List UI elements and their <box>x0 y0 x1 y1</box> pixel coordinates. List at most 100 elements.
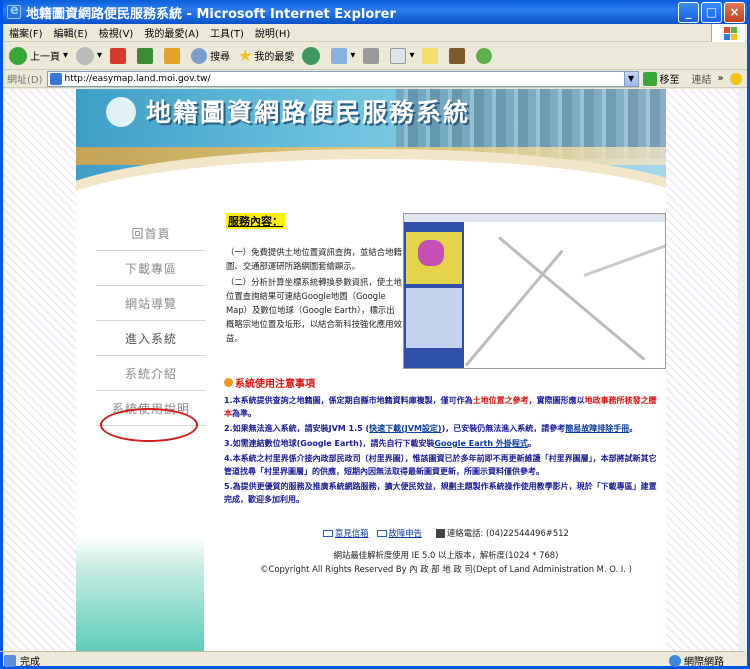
highlight-circle <box>100 408 198 442</box>
stop-icon <box>110 47 127 64</box>
window-title: 地籍圖資網路便民服務系統 - Microsoft Internet Explor… <box>26 6 396 22</box>
chevron-more-icon[interactable]: » <box>718 73 724 84</box>
resolution-note: 網站最佳解析度使用 IE 5.0 以上版本，解析度(1024 * 768) <box>333 550 559 560</box>
mail-button[interactable]: ▾ <box>331 47 355 64</box>
address-dropdown[interactable]: ▼ <box>623 71 638 86</box>
page-icon <box>49 72 62 85</box>
internet-globe-icon <box>669 654 681 667</box>
search-button[interactable]: 搜尋 <box>191 47 231 64</box>
phone-icon <box>436 528 445 538</box>
star-icon: ★ <box>238 46 253 65</box>
search-icon <box>191 47 208 64</box>
status-bar: 完成 網際網路 <box>0 651 744 669</box>
screenshot-sidepanel <box>404 222 464 368</box>
go-button[interactable]: 移至 <box>660 71 680 86</box>
discuss-icon <box>422 47 439 64</box>
forward-arrow-icon <box>76 46 95 65</box>
research-button[interactable] <box>449 47 468 64</box>
notice-title: 系統使用注意事項 <box>224 375 664 390</box>
mail-icon <box>331 47 348 64</box>
norton-icon[interactable] <box>729 72 742 85</box>
close-button[interactable]: × <box>724 1 745 23</box>
report-link[interactable]: 故障申告 <box>389 527 423 539</box>
nav-enter-system[interactable]: 進入系統 <box>96 324 206 356</box>
favorites-label: 我的最愛 <box>254 52 295 63</box>
search-label: 搜尋 <box>210 52 231 63</box>
phone-number: 連絡電話: (04)22544496#512 <box>447 528 569 538</box>
vertical-scrollbar[interactable] <box>738 89 747 651</box>
forward-button[interactable]: ▾ <box>76 46 102 65</box>
mail-icon <box>323 529 333 537</box>
screenshot-toolbar <box>404 214 665 222</box>
status-text: 完成 <box>20 657 40 668</box>
nav-introduction[interactable]: 系統介紹 <box>96 359 206 391</box>
screenshot-query-box <box>406 288 462 348</box>
troubleshoot-link[interactable]: 簡易故障排除手冊 <box>565 424 629 433</box>
menu-help[interactable]: 說明(H) <box>255 25 290 40</box>
feedback-link[interactable]: 意見信箱 <box>335 527 369 539</box>
map-road <box>464 249 564 367</box>
nav-home[interactable]: 回首頁 <box>96 219 206 251</box>
back-arrow-icon <box>9 46 27 65</box>
home-button[interactable] <box>164 47 183 64</box>
research-icon <box>449 47 466 64</box>
service-title: 服務內容： <box>226 213 285 229</box>
screenshot-overview-map <box>406 232 462 284</box>
nav-download[interactable]: 下載專區 <box>96 254 206 286</box>
menu-file[interactable]: 檔案(F) <box>9 25 43 40</box>
menu-edit[interactable]: 編輯(E) <box>54 25 88 40</box>
notice-item-4: 4.本系統之村里界係介接內政部民政司〔村里界圖〕，惟該圖資已於多年前即不再更新維… <box>224 454 657 476</box>
menu-view[interactable]: 檢視(V) <box>99 25 134 40</box>
site-title: 地籍圖資網路便民服務系統 <box>146 98 471 127</box>
service-point-2: （二）分析計算坐標系統轉換參數資訊，使土地位置查詢結果可連結Google地圖（G… <box>226 277 402 343</box>
notice-title-text: 系統使用注意事項 <box>235 379 315 390</box>
menu-favorites[interactable]: 我的最愛(A) <box>144 25 199 40</box>
address-input[interactable]: http://easymap.land.moi.gov.tw/ ▼ <box>46 70 639 87</box>
map-road <box>583 243 665 277</box>
ie-icon <box>7 3 21 19</box>
minimize-button[interactable]: _ <box>678 1 699 23</box>
page-done-icon <box>4 654 16 667</box>
zone-indicator: 網際網路 <box>669 653 724 668</box>
stop-button[interactable] <box>110 47 129 64</box>
print-button[interactable] <box>363 47 382 64</box>
address-url: http://easymap.land.moi.gov.tw/ <box>64 73 211 84</box>
address-label: 網址(D) <box>7 75 43 86</box>
notice-item-5: 5.為提供更優質的服務及推廣系統網路服務，擴大便民效益，規劃主題製作系統操作使用… <box>224 482 657 504</box>
service-description: （一）免費提供土地位置資訊查詢，並結合地籍圖、交通部運研所路網圖套繪顯示。 （二… <box>226 245 402 345</box>
favorites-button[interactable]: ★ 我的最愛 <box>238 46 294 65</box>
home-icon <box>164 47 181 64</box>
site-logo <box>106 97 136 127</box>
messenger-button[interactable] <box>476 47 495 64</box>
notice-section: 系統使用注意事項 1.本系統提供查詢之地籍圖，係定期自縣市地籍資料庫複製，僅可作… <box>224 375 664 508</box>
edit-icon <box>390 47 407 64</box>
discuss-button[interactable] <box>422 47 441 64</box>
jvm-download-link[interactable]: 快速下載(JVM設定) <box>369 424 441 433</box>
history-icon <box>302 46 321 65</box>
nav-sitemap[interactable]: 網站導覽 <box>96 289 206 321</box>
system-screenshot <box>403 213 666 369</box>
notice-item-2: 2.如果無法進入系統，請安裝JVM 1.5 (快速下載(JVM設定))，已安裝仍… <box>224 424 638 433</box>
windows-logo <box>711 24 745 42</box>
menu-tools[interactable]: 工具(T) <box>210 25 244 40</box>
history-button[interactable] <box>302 46 323 65</box>
refresh-icon <box>137 47 154 64</box>
back-button[interactable]: 上一頁 ▾ <box>9 46 68 65</box>
service-point-1: （一）免費提供土地位置資訊查詢，並結合地籍圖、交通部運研所路網圖套繪顯示。 <box>226 247 402 271</box>
maximize-button[interactable]: □ <box>701 1 722 23</box>
go-arrow-icon[interactable] <box>642 71 657 86</box>
notice-item-3: 3.如需連結數位地球(Google Earth)，請先自行下載安裝Google … <box>224 439 536 448</box>
refresh-button[interactable] <box>137 47 156 64</box>
edit-button[interactable]: ▾ <box>390 47 414 64</box>
zone-label: 網際網路 <box>684 657 724 668</box>
title-bar[interactable]: 地籍圖資網路便民服務系統 - Microsoft Internet Explor… <box>3 0 747 24</box>
menu-bar: 檔案(F) 編輯(E) 檢視(V) 我的最愛(A) 工具(T) 說明(H) <box>3 24 747 42</box>
bullet-icon <box>224 378 233 387</box>
back-label: 上一頁 <box>30 52 60 63</box>
links-button[interactable]: 連結 <box>692 71 712 86</box>
print-icon <box>363 47 380 64</box>
google-earth-link[interactable]: Google Earth 外掛程式 <box>434 439 527 448</box>
site-banner: 地籍圖資網路便民服務系統 <box>76 89 666 207</box>
toolbar: 上一頁 ▾ ▾ 搜尋 ★ 我的最愛 ▾ ▾ <box>3 42 747 70</box>
contact-bar: 意見信箱 故障申告 連絡電話: (04)22544496#512 <box>323 527 569 539</box>
